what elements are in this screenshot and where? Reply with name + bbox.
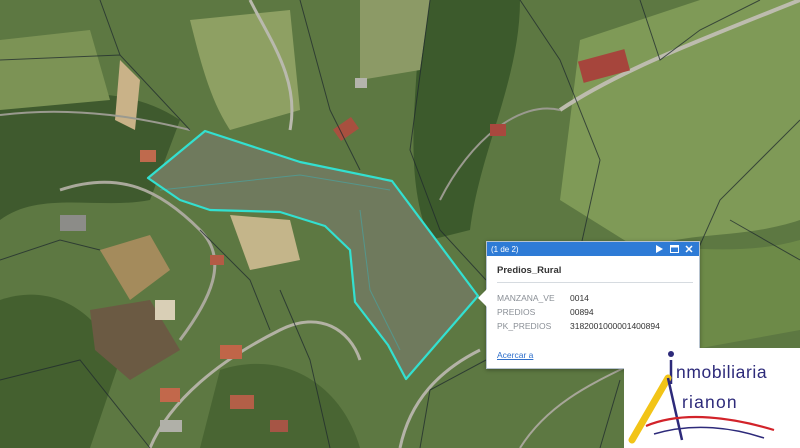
attribute-row: MANZANA_VE 0014 [497,291,660,305]
popup-counter: (1 de 2) [491,244,519,254]
close-button[interactable] [683,243,695,255]
next-feature-button[interactable] [653,243,665,255]
zoom-to-link[interactable]: Acercar a [497,350,533,360]
play-icon [655,245,663,253]
attribute-value: 0014 [570,292,589,303]
close-icon [685,245,693,253]
attribute-table: MANZANA_VE 0014 PREDIOS 00894 PK_PREDIOS… [497,291,660,334]
attribute-row: PK_PREDIOS 318200100000140089­4 [497,319,660,333]
logo-text-line1: nmobiliaria [676,362,768,382]
attribute-name: MANZANA_VE [497,292,555,303]
popup-header: (1 de 2) [487,242,699,256]
maximize-icon [669,245,679,253]
attribute-name: PREDIOS [497,306,536,317]
company-logo: nmobiliaria rianon [624,348,800,448]
attribute-name: PK_PREDIOS [497,320,552,331]
attribute-value: 00894 [570,306,594,317]
logo-text-line2: rianon [682,392,738,412]
popup-title: Predios_Rural [497,265,693,283]
maximize-button[interactable] [668,243,680,255]
attribute-row: PREDIOS 00894 [497,305,660,319]
attribute-value: 318200100000140089­4 [570,320,660,331]
popup-pointer [478,289,487,307]
